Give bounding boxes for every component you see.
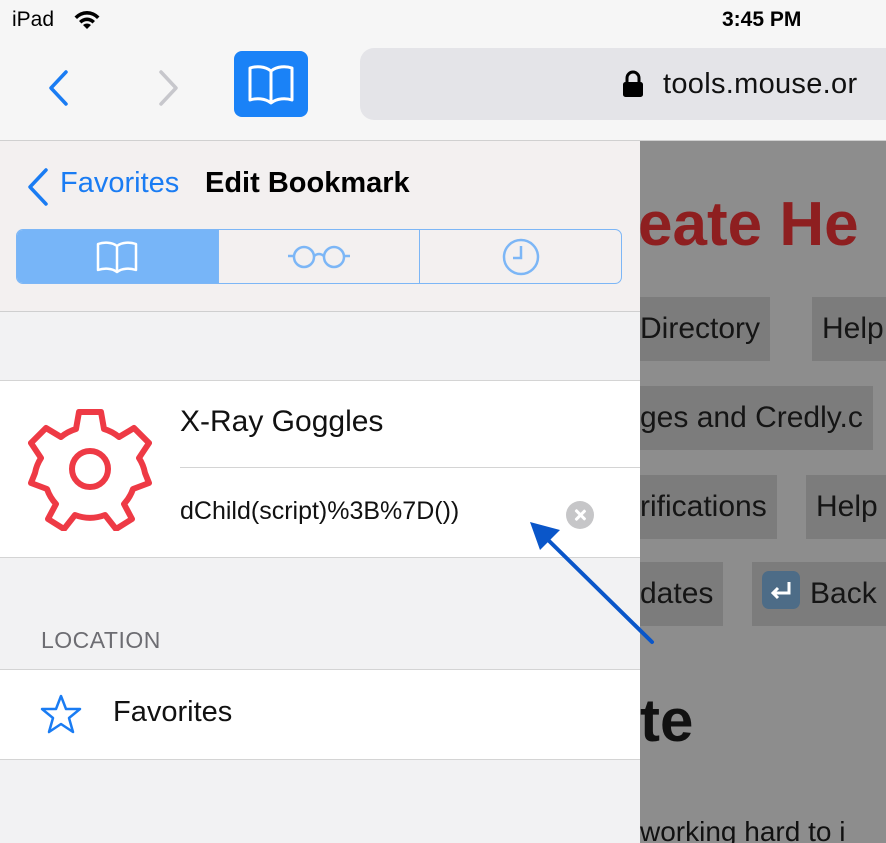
back-to-favorites-link[interactable]: Favorites [60,167,179,200]
return-icon [762,571,800,609]
page-button-badges[interactable]: ges and Credly.c [640,386,873,450]
back-arrow-icon[interactable] [42,66,78,110]
page-heading: eate He [640,190,859,259]
bookmarks-sidebar: Favorites Edit Bookmark X-Ray Goggles dC… [0,141,640,843]
chevron-left-icon[interactable] [24,165,56,209]
status-bar: iPad 3:45 PM [0,0,886,40]
sidebar-header: Favorites Edit Bookmark [0,141,640,312]
url-text: tools.mouse.or [663,68,858,100]
wifi-icon [72,9,102,36]
history-icon [502,238,539,275]
location-row[interactable]: Favorites [0,669,640,760]
browser-toolbar: tools.mouse.or [0,40,886,141]
page-title: Edit Bookmark [205,167,410,199]
device-label: iPad [12,8,55,31]
forward-arrow-icon[interactable] [150,66,186,110]
bookmarks-button[interactable] [234,51,308,117]
page-body-text: working hard to i [640,816,846,843]
page-button-help[interactable]: Help [812,297,886,361]
lock-icon [622,70,644,103]
sidebar-tabs [16,229,622,284]
reading-list-icon [288,245,350,268]
bookmark-url-field[interactable]: dChild(script)%3B%7D()) [180,497,459,526]
page-button-directory[interactable]: Directory [640,297,771,361]
page-button-help-2[interactable]: Help [806,475,886,539]
open-book-icon [248,65,294,105]
field-divider [180,467,640,468]
gear-icon [28,407,152,536]
page-subheading: te [640,687,694,754]
tab-bookmarks[interactable] [17,230,219,283]
webpage-content: eate He Directory Help ges and Credly.c … [640,141,886,843]
bookmark-title-field[interactable]: X-Ray Goggles [180,405,383,439]
status-time: 3:45 PM [722,8,802,31]
page-button-back-label: Back [810,577,877,610]
bookmarks-icon [97,240,138,273]
page-button-certifications[interactable]: rifications [640,475,777,539]
tab-history[interactable] [420,230,621,283]
page-button-back[interactable]: Back [752,562,886,626]
location-section-label: LOCATION [41,627,161,653]
address-bar[interactable]: tools.mouse.or [360,48,886,120]
annotation-arrow-icon [530,522,654,644]
location-folder-label: Favorites [113,696,233,728]
tab-reading-list[interactable] [219,230,421,283]
star-icon [40,694,82,739]
